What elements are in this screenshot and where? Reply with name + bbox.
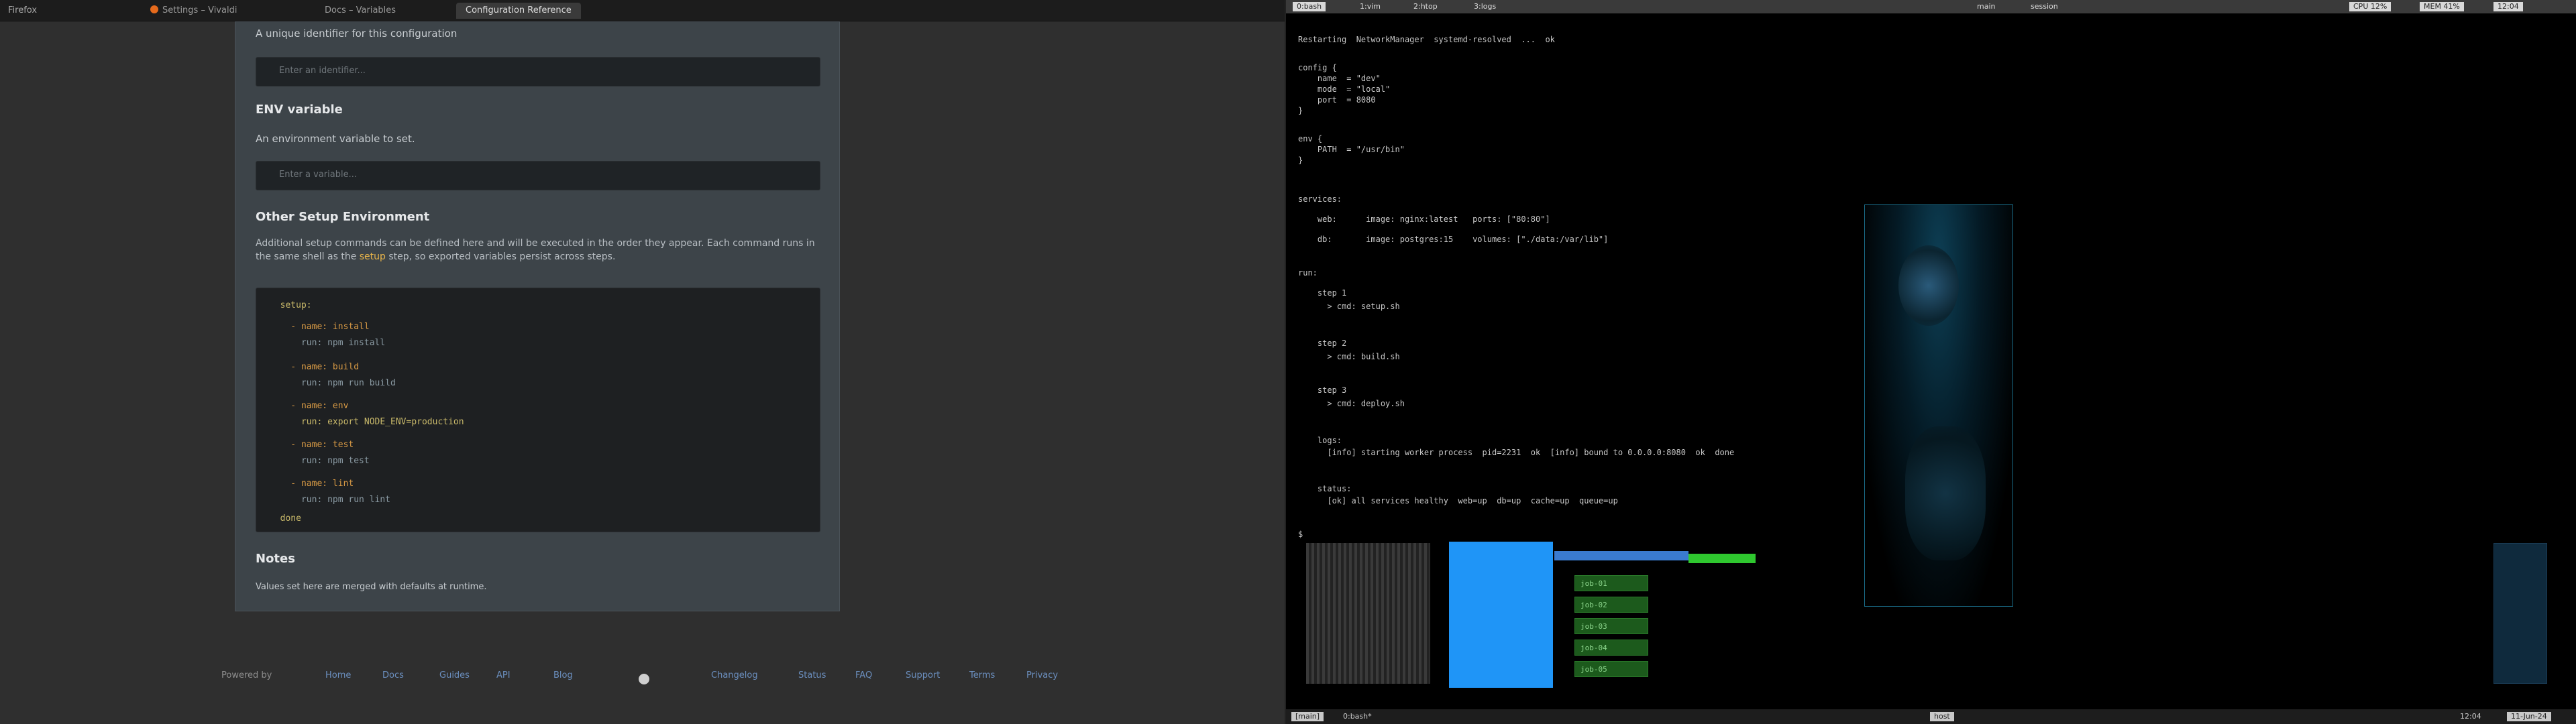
terminal-line: step 3	[1298, 385, 1347, 395]
tmux-hostname: host	[1930, 712, 1954, 721]
footer-link[interactable]: Home	[325, 670, 351, 680]
tmux-window-tab[interactable]: 2:htop	[1413, 2, 1438, 11]
tmux-status-item: main	[1977, 2, 1996, 11]
memory-block	[1449, 542, 1553, 688]
job-cell: job-01	[1574, 575, 1648, 591]
footer-link[interactable]: Support	[906, 670, 940, 680]
tmux-clock: 12:04	[2493, 2, 2523, 11]
footer-link[interactable]: Blog	[553, 670, 573, 680]
footer-label: Powered by	[221, 670, 272, 680]
terminal-line: logs:	[1298, 436, 1342, 445]
tmux-bottom-bar: [main] 0:bash* host 12:04 11-Jun-24	[1286, 709, 2576, 724]
tmux-status-item: CPU 12%	[2349, 2, 2392, 11]
footer-link[interactable]: Guides	[439, 670, 470, 680]
footer-link[interactable]: Terms	[969, 670, 995, 680]
code-line: done	[270, 514, 301, 524]
terminal-line: env {	[1298, 134, 1323, 143]
terminal-line: step 2	[1298, 339, 1347, 348]
code-line: run: npm install	[270, 338, 386, 348]
code-line: run: export NODE_ENV=production	[270, 417, 464, 427]
terminal-prompt: $	[1298, 530, 1303, 539]
intro-text: A unique identifier for this configurati…	[256, 27, 458, 40]
code-line: run: npm test	[270, 456, 370, 466]
terminal-line: }	[1298, 106, 1303, 115]
code-line: - name: install	[270, 322, 370, 332]
terminal-line: config {	[1298, 63, 1337, 72]
code-line: - name: env	[270, 401, 349, 411]
terminal-line: }	[1298, 156, 1303, 165]
tmux-window-tab[interactable]: 0:bash	[1293, 2, 1326, 11]
terminal-line: [ok] all services healthy web=up db=up c…	[1298, 496, 1618, 505]
terminal-line: > cmd: setup.sh	[1298, 302, 1400, 311]
tmux-session[interactable]: [main]	[1291, 712, 1324, 721]
footer-link[interactable]: API	[496, 670, 511, 680]
browser-tab-3[interactable]: Configuration Reference	[456, 3, 581, 19]
terminal-line: > cmd: deploy.sh	[1298, 399, 1405, 408]
scroll-top-button[interactable]	[639, 674, 649, 684]
notes-text: Values set here are merged with defaults…	[256, 582, 487, 592]
terminal-line: run:	[1298, 268, 1318, 278]
terminal-line: Restarting NetworkManager systemd-resolv…	[1298, 35, 1555, 44]
code-line: run: npm run build	[270, 378, 396, 388]
tmux-status-item: MEM 41%	[2420, 2, 2464, 11]
code-block: setup: - name: install run: npm install …	[256, 288, 820, 532]
terminal-window: 0:bash 1:vim 2:htop 3:logs main session …	[1285, 0, 2576, 724]
terminal-line: PATH = "/usr/bin"	[1298, 145, 1405, 154]
footer-link[interactable]: Status	[798, 670, 826, 680]
tmux-date: 11-Jun-24	[2507, 712, 2551, 721]
terminal-line: services:	[1298, 194, 1342, 204]
variable-input[interactable]: Enter a variable...	[256, 161, 820, 190]
tmux-top-bar: 0:bash 1:vim 2:htop 3:logs main session …	[1286, 0, 2576, 13]
job-cell: job-04	[1574, 640, 1648, 656]
progress-bar-green	[1688, 554, 1756, 563]
footer-link[interactable]: FAQ	[855, 670, 872, 680]
ascii-art-image	[1864, 204, 2013, 607]
job-cell: job-05	[1574, 661, 1648, 677]
terminal-line: [info] starting worker process pid=2231 …	[1298, 448, 1735, 457]
documentation-panel: A unique identifier for this configurati…	[235, 21, 840, 611]
terminal-line: db: image: postgres:15 volumes: ["./data…	[1298, 235, 1609, 244]
section-env-text: An environment variable to set.	[256, 133, 415, 145]
notes-title: Notes	[256, 552, 295, 566]
job-cell: job-03	[1574, 618, 1648, 634]
code-line: - name: test	[270, 440, 354, 450]
terminal-line: name = "dev"	[1298, 74, 1381, 83]
browser-tab-2[interactable]: Docs – Variables	[315, 3, 405, 19]
browser-menu-label[interactable]: Firefox	[8, 0, 37, 21]
tmux-status-item: session	[2031, 2, 2058, 11]
browser-window: Firefox Settings – Vivaldi Docs – Variab…	[0, 0, 1285, 724]
side-panel	[2493, 543, 2547, 684]
code-line: - name: build	[270, 362, 360, 372]
code-line: - name: lint	[270, 479, 354, 489]
browser-favicon-icon	[150, 5, 158, 13]
footer-link[interactable]: Privacy	[1026, 670, 1058, 680]
terminal-line: web: image: nginx:latest ports: ["80:80"…	[1298, 215, 1550, 224]
terminal-line: mode = "local"	[1298, 84, 1391, 94]
browser-tab-1[interactable]: Settings – Vivaldi	[141, 3, 246, 19]
section-setup-title: Other Setup Environment	[256, 210, 430, 224]
terminal-line: step 1	[1298, 288, 1347, 298]
progress-bar-blue	[1554, 551, 1688, 560]
terminal-line: > cmd: build.sh	[1298, 352, 1400, 361]
htop-cpu-grid	[1306, 543, 1430, 684]
tmux-window-tab[interactable]: 1:vim	[1360, 2, 1381, 11]
tmux-window-tab[interactable]: 3:logs	[1474, 2, 1496, 11]
code-line: run: npm run lint	[270, 495, 391, 505]
browser-tab-bar: Firefox Settings – Vivaldi Docs – Variab…	[0, 0, 1285, 21]
tmux-window[interactable]: 0:bash*	[1343, 712, 1372, 721]
job-cell: job-02	[1574, 597, 1648, 613]
terminal-line: port = 8080	[1298, 95, 1376, 105]
section-setup-paragraph: Additional setup commands can be defined…	[256, 238, 815, 262]
section-env-title: ENV variable	[256, 103, 343, 117]
footer-link[interactable]: Changelog	[711, 670, 758, 680]
tmux-time: 12:04	[2460, 712, 2481, 721]
inline-code: setup	[359, 251, 386, 262]
terminal-line: status:	[1298, 484, 1352, 493]
code-line: setup:	[270, 300, 312, 310]
identifier-input[interactable]: Enter an identifier...	[256, 57, 820, 86]
footer-link[interactable]: Docs	[382, 670, 404, 680]
